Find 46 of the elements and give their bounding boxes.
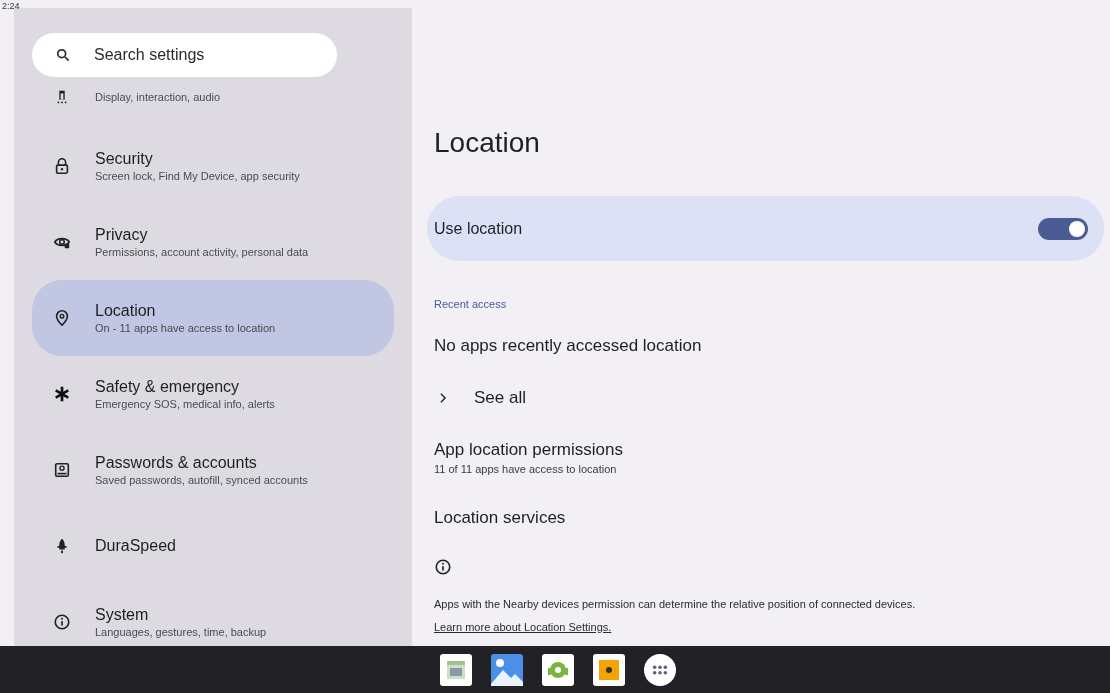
item-title: Passwords & accounts [95, 452, 258, 473]
item-subtitle: Display, interaction, audio [95, 89, 221, 105]
recent-access-text: No apps recently accessed location [434, 335, 702, 357]
app-icon[interactable] [439, 653, 472, 686]
item-subtitle: Permissions, account activity, personal data [95, 244, 309, 260]
location-services-item[interactable]: Location services [434, 506, 566, 530]
use-location-card[interactable]: Use location [427, 196, 1104, 261]
search-field[interactable]: Search settings [32, 33, 337, 77]
see-all-link[interactable]: See all [474, 386, 526, 410]
section-header: Recent access [434, 297, 507, 312]
item-title: Privacy [95, 224, 149, 245]
sidebar-item[interactable]: Passwords & accounts Saved passwords, autofill, synced accounts [32, 432, 394, 508]
item-title: Safety & emergency [95, 376, 241, 397]
item-subtitle: Saved passwords, autofill, synced accounts [95, 472, 308, 488]
app-icon[interactable] [592, 653, 625, 686]
sidebar-item[interactable]: Privacy Permissions, account activity, personal data [32, 204, 394, 280]
gallery-icon[interactable] [490, 653, 523, 686]
info-icon [53, 613, 71, 631]
item-subtitle: Languages, gestures, time, backup [95, 624, 267, 640]
sidebar-item[interactable]: System Languages, gestures, time, backup [32, 584, 394, 646]
sidebar-item[interactable]: Display, interaction, audio [32, 78, 394, 128]
item-subtitle: Screen lock, Find My Device, app security [95, 168, 300, 184]
page-title: Location [434, 126, 540, 160]
item-subtitle: On - 11 apps have access to location [95, 320, 276, 336]
item-title: DuraSpeed [95, 536, 176, 556]
app-permissions-subtitle: 11 of 11 apps have access to location [434, 462, 618, 476]
sidebar-item[interactable]: Security Screen lock, Find My Device, app security [32, 128, 394, 204]
app-drawer-icon[interactable] [643, 653, 676, 686]
status-time: 2:24 [2, 0, 20, 12]
item-title: Security [95, 148, 154, 169]
item-title: System [95, 604, 150, 625]
sidebar-item[interactable]: DuraSpeed [32, 508, 394, 584]
item-subtitle: Emergency SOS, medical info, alerts [95, 396, 275, 412]
location-pin-icon [53, 309, 71, 327]
learn-more-link[interactable]: Learn more about Location Settings. [434, 619, 612, 635]
info-icon [434, 558, 452, 576]
item-title: Location [95, 300, 157, 321]
lock-icon [53, 157, 71, 175]
app-permissions-title[interactable]: App location permissions [434, 438, 623, 462]
sidebar-item[interactable]: Safety & emergency Emergency SOS, medical info, alerts [32, 356, 394, 432]
asterisk-icon [53, 385, 71, 403]
account-box-icon [53, 461, 71, 479]
footer-text: Apps with the Nearby devices permission can determine the relative position of connected devices. [434, 597, 916, 612]
switch-label: Use location [434, 219, 523, 238]
sidebar-item[interactable]: Location On - 11 apps have access to location [32, 280, 394, 356]
toggle-switch[interactable] [1038, 217, 1088, 240]
